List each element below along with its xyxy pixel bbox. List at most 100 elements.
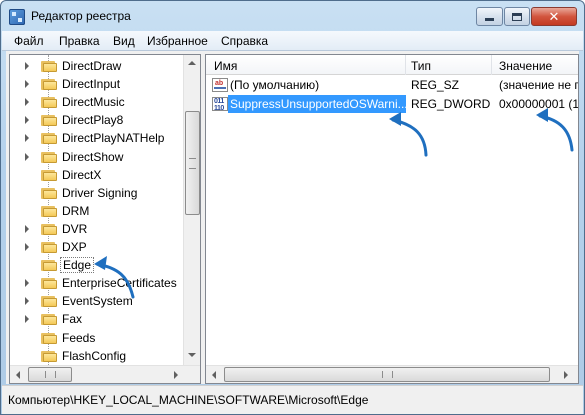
expand-arrow-icon[interactable]	[25, 134, 29, 143]
tree-item-eventsystem[interactable]: EventSystem	[10, 292, 185, 310]
tree-item-dvr[interactable]: DVR	[10, 220, 185, 238]
tree-item-label: EnterpriseCertificates	[62, 276, 177, 291]
tree-item-label: DRM	[62, 203, 90, 218]
window-title: Редактор реестра	[31, 9, 131, 23]
expand-arrow-icon[interactable]	[25, 152, 29, 161]
tree-vertical-scroll-thumb[interactable]	[185, 111, 200, 215]
tree-item-edge[interactable]: Edge	[10, 256, 185, 274]
tree-item-label: Fax	[62, 312, 83, 327]
column-header-type[interactable]: Тип	[411, 59, 431, 73]
folder-icon	[41, 241, 57, 253]
tree-item-directshow[interactable]: DirectShow	[10, 148, 185, 166]
tree-item-label: DirectPlay8	[62, 113, 124, 128]
folder-icon	[41, 60, 57, 72]
menu-edit[interactable]: Правка	[59, 34, 100, 48]
column-separator[interactable]	[405, 55, 406, 75]
tree-item-flashconfig[interactable]: FlashConfig	[10, 347, 185, 365]
scroll-left-arrow-icon[interactable]	[212, 371, 216, 379]
tree-item-drm[interactable]: DRM	[10, 202, 185, 220]
folder-icon	[41, 132, 57, 145]
folder-icon	[41, 169, 57, 181]
menu-help[interactable]: Справка	[221, 34, 268, 48]
tree-item-label: DirectShow	[62, 149, 124, 164]
tree-horizontal-scroll-thumb[interactable]	[28, 367, 72, 382]
value-type: REG_DWORD	[411, 97, 491, 111]
key-tree-pane[interactable]: DirectDraw DirectInput DirectMusic DirectPl…	[9, 54, 201, 384]
tree-item-label: EventSystem	[62, 294, 133, 309]
status-bar: Компьютер\HKEY_LOCAL_MACHINE\SOFTWARE\Mi…	[2, 385, 583, 414]
value-data: 0x00000001 (1)	[499, 97, 579, 111]
folder-icon	[41, 114, 57, 127]
key-path: Компьютер\HKEY_LOCAL_MACHINE\SOFTWARE\Mi…	[8, 393, 369, 407]
folder-icon	[41, 151, 57, 163]
tree-item-directmusic[interactable]: DirectMusic	[10, 93, 185, 111]
value-name: (По умолчанию)	[230, 78, 320, 92]
menu-file[interactable]: Файл	[14, 34, 44, 48]
tree-item-driver-signing[interactable]: Driver Signing	[10, 184, 185, 202]
tree-item-enterprisecertificates[interactable]: EnterpriseCertificates	[10, 274, 185, 292]
maximize-button[interactable]	[504, 7, 530, 26]
expand-arrow-icon[interactable]	[25, 116, 29, 125]
scroll-right-arrow-icon[interactable]	[564, 371, 568, 379]
value-name: SuppressUnsupportedOSWarni...	[228, 95, 406, 113]
column-header-data[interactable]: Значение	[499, 59, 552, 73]
expand-arrow-icon[interactable]	[25, 279, 29, 288]
tree-item-label: DXP	[62, 240, 87, 254]
tree-item-label: DirectMusic	[62, 95, 125, 110]
expand-arrow-icon[interactable]	[25, 98, 29, 107]
tree-item-label: Driver Signing	[62, 185, 138, 200]
folder-icon	[41, 277, 57, 290]
tree-item-label: FlashConfig	[62, 348, 127, 363]
tree-item-directplay8[interactable]: DirectPlay8	[10, 111, 185, 129]
tree-item-label: DVR	[62, 221, 88, 236]
folder-icon	[41, 187, 57, 199]
expand-arrow-icon[interactable]	[25, 62, 29, 70]
folder-icon	[41, 332, 57, 344]
values-list-header: Имя Тип Значение	[206, 55, 578, 75]
values-horizontal-scroll-thumb[interactable]	[224, 367, 550, 382]
expand-arrow-icon[interactable]	[25, 243, 29, 251]
tree-item-directdraw[interactable]: DirectDraw	[10, 57, 185, 75]
expand-arrow-icon[interactable]	[25, 297, 29, 306]
dword-value-icon: 011 110	[212, 97, 228, 111]
tree-item-dxp[interactable]: DXP	[10, 238, 185, 256]
values-list-pane[interactable]: Имя Тип Значение ab (По умолчанию) REG_S…	[205, 54, 579, 384]
folder-icon	[41, 259, 57, 272]
tree-item-label: DirectPlayNATHelp	[62, 131, 165, 146]
expand-arrow-icon[interactable]	[25, 80, 29, 89]
tree-vertical-scrollbar[interactable]	[183, 55, 200, 365]
menu-view[interactable]: Вид	[113, 34, 135, 48]
scroll-down-arrow-icon[interactable]	[188, 353, 196, 357]
values-horizontal-scrollbar[interactable]	[206, 365, 578, 383]
tree-item-label: DirectInput	[62, 77, 121, 92]
value-data: (значение не п	[499, 78, 579, 92]
folder-icon	[41, 295, 57, 308]
close-button[interactable]: ✕	[531, 7, 577, 26]
tree-item-directinput[interactable]: DirectInput	[10, 75, 185, 93]
tree-item-feeds[interactable]: Feeds	[10, 329, 185, 347]
folder-icon	[41, 96, 57, 109]
close-icon: ✕	[548, 9, 560, 24]
client-area: DirectDraw DirectInput DirectMusic DirectPl…	[6, 51, 579, 384]
minimize-icon	[485, 18, 494, 21]
value-row-suppress-unsupported-os-warning[interactable]: 011 110 SuppressUnsupportedOSWarni... RE…	[206, 95, 579, 113]
scroll-right-arrow-icon[interactable]	[174, 371, 178, 379]
value-row-default[interactable]: ab (По умолчанию) REG_SZ (значение не п	[206, 76, 579, 94]
scroll-up-arrow-icon[interactable]	[188, 61, 196, 65]
tree-item-fax[interactable]: Fax	[10, 310, 185, 328]
registry-editor-icon	[9, 9, 25, 25]
title-bar[interactable]: Редактор реестра ✕	[1, 1, 584, 31]
expand-arrow-icon[interactable]	[25, 224, 29, 233]
tree-horizontal-scrollbar[interactable]	[10, 365, 200, 383]
menu-favorites[interactable]: Избранное	[147, 34, 208, 48]
column-header-name[interactable]: Имя	[214, 59, 237, 73]
minimize-button[interactable]	[476, 7, 503, 26]
tree-item-directplaynathelp[interactable]: DirectPlayNATHelp	[10, 129, 185, 147]
tree-item-directx[interactable]: DirectX	[10, 166, 185, 184]
expand-arrow-icon[interactable]	[25, 315, 29, 324]
menu-bar: Файл Правка Вид Избранное Справка	[2, 31, 583, 51]
scroll-left-arrow-icon[interactable]	[16, 371, 20, 379]
folder-icon	[41, 313, 57, 326]
folder-icon	[41, 78, 57, 91]
column-separator[interactable]	[491, 55, 492, 75]
